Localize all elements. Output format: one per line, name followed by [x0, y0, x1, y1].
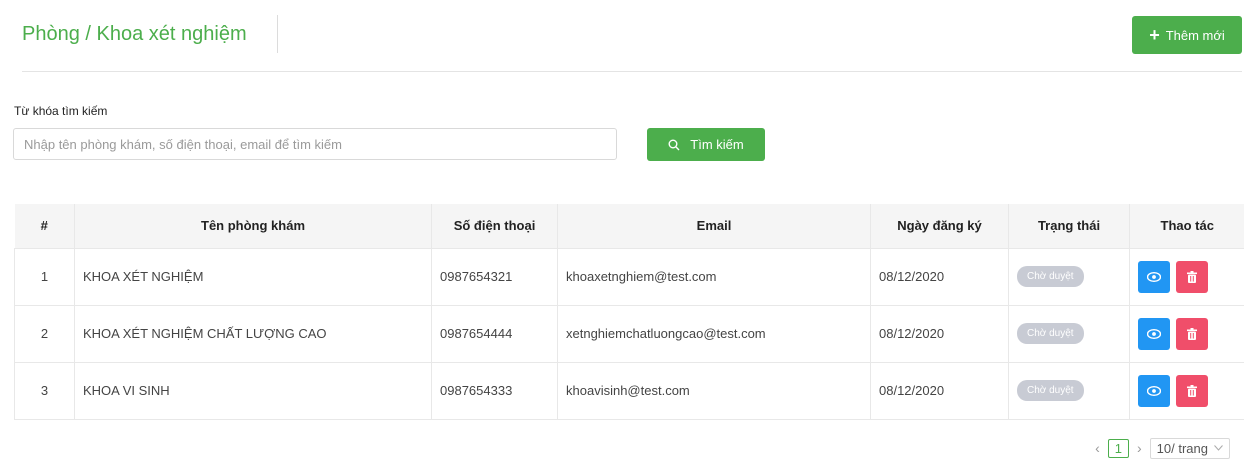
col-date: Ngày đăng ký — [871, 204, 1009, 248]
row-email: xetnghiemchatluongcao@test.com — [558, 305, 871, 362]
trash-icon — [1187, 385, 1197, 397]
search-button-label: Tìm kiếm — [690, 137, 743, 152]
col-name: Tên phòng khám — [75, 204, 432, 248]
page-title: Phòng / Khoa xét nghiệm — [22, 20, 247, 48]
row-index: 2 — [15, 305, 75, 362]
row-index: 3 — [15, 362, 75, 419]
row-name: KHOA XÉT NGHIỆM — [75, 248, 432, 305]
row-status-cell: Chờ duyệt — [1009, 248, 1130, 305]
eye-icon — [1147, 386, 1161, 396]
next-page-icon[interactable]: › — [1137, 440, 1142, 456]
eye-icon — [1147, 272, 1161, 282]
add-new-button[interactable]: + Thêm mới — [1132, 16, 1242, 54]
table-row: 1 KHOA XÉT NGHIỆM 0987654321 khoaxetnghi… — [15, 248, 1244, 305]
delete-button[interactable] — [1176, 318, 1208, 350]
view-button[interactable] — [1138, 318, 1170, 350]
page-header: Phòng / Khoa xét nghiệm + Thêm mới — [22, 8, 1242, 72]
view-button[interactable] — [1138, 261, 1170, 293]
row-name: KHOA VI SINH — [75, 362, 432, 419]
delete-button[interactable] — [1176, 261, 1208, 293]
row-phone: 0987654333 — [432, 362, 558, 419]
row-email: khoaxetnghiem@test.com — [558, 248, 871, 305]
row-index: 1 — [15, 248, 75, 305]
row-phone: 0987654444 — [432, 305, 558, 362]
col-email: Email — [558, 204, 871, 248]
lab-table: # Tên phòng khám Số điện thoại Email Ngà… — [14, 204, 1244, 420]
eye-icon — [1147, 329, 1161, 339]
col-phone: Số điện thoại — [432, 204, 558, 248]
col-index: # — [15, 204, 75, 248]
plus-icon: + — [1149, 26, 1160, 44]
row-date: 08/12/2020 — [871, 305, 1009, 362]
page-item-current[interactable]: 1 — [1108, 439, 1129, 458]
status-badge: Chờ duyệt — [1017, 380, 1084, 401]
title-divider — [277, 15, 278, 53]
prev-page-icon[interactable]: ‹ — [1095, 440, 1100, 456]
delete-button[interactable] — [1176, 375, 1208, 407]
row-date: 08/12/2020 — [871, 362, 1009, 419]
col-status: Trạng thái — [1009, 204, 1130, 248]
view-button[interactable] — [1138, 375, 1170, 407]
row-actions — [1130, 362, 1244, 419]
pagination: ‹ 1 › 10/ trang — [1095, 437, 1230, 459]
row-email: khoavisinh@test.com — [558, 362, 871, 419]
page-size-label: 10/ trang — [1157, 441, 1208, 456]
status-badge: Chờ duyệt — [1017, 266, 1084, 287]
row-name: KHOA XÉT NGHIỆM CHẤT LƯỢNG CAO — [75, 305, 432, 362]
search-label: Từ khóa tìm kiếm — [14, 104, 107, 118]
page-size-select[interactable]: 10/ trang — [1150, 438, 1230, 459]
table-row: 3 KHOA VI SINH 0987654333 khoavisinh@tes… — [15, 362, 1244, 419]
search-input[interactable] — [13, 128, 617, 160]
row-phone: 0987654321 — [432, 248, 558, 305]
table-row: 2 KHOA XÉT NGHIỆM CHẤT LƯỢNG CAO 0987654… — [15, 305, 1244, 362]
row-actions — [1130, 248, 1244, 305]
trash-icon — [1187, 328, 1197, 340]
row-date: 08/12/2020 — [871, 248, 1009, 305]
row-actions — [1130, 305, 1244, 362]
add-new-label: Thêm mới — [1166, 28, 1225, 43]
row-status-cell: Chờ duyệt — [1009, 305, 1130, 362]
table-header-row: # Tên phòng khám Số điện thoại Email Ngà… — [15, 204, 1244, 248]
trash-icon — [1187, 271, 1197, 283]
col-actions: Thao tác — [1130, 204, 1244, 248]
row-status-cell: Chờ duyệt — [1009, 362, 1130, 419]
status-badge: Chờ duyệt — [1017, 323, 1084, 344]
search-button[interactable]: Tìm kiếm — [647, 128, 765, 161]
search-icon — [668, 139, 680, 151]
chevron-down-icon — [1214, 445, 1223, 451]
